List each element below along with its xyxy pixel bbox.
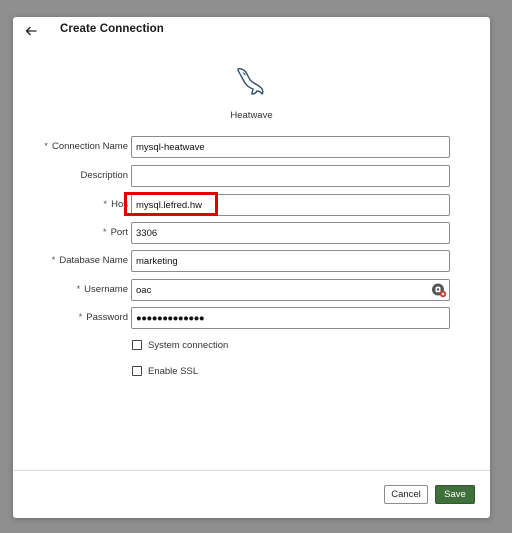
mysql-dolphin-icon	[237, 68, 264, 95]
database-name-input[interactable]	[131, 250, 450, 272]
dialog-header: Create Connection	[13, 17, 490, 45]
system-connection-label: System connection	[148, 339, 229, 351]
connection-name-row: * Connection Name	[13, 136, 490, 158]
username-row: * Username	[13, 279, 490, 301]
footer-divider	[13, 470, 490, 471]
system-connection-checkbox[interactable]	[132, 340, 142, 350]
username-label: Username	[84, 284, 128, 295]
dialog-title: Create Connection	[60, 23, 164, 35]
required-marker: *	[102, 227, 107, 238]
connection-name-label: Connection Name	[51, 141, 128, 152]
required-marker: *	[78, 312, 83, 323]
connection-name-input[interactable]	[131, 136, 450, 158]
database-name-label: Database Name	[59, 255, 128, 266]
cancel-button[interactable]: Cancel	[384, 485, 428, 504]
required-marker: *	[44, 141, 48, 152]
source-type-label: Heatwave	[230, 110, 273, 121]
arrow-left-icon[interactable]	[24, 24, 38, 38]
database-name-row: * Database Name	[13, 250, 490, 272]
required-marker: *	[76, 284, 81, 295]
port-row: * Port	[13, 222, 490, 244]
password-manager-icon[interactable]	[431, 282, 447, 298]
password-label: Password	[86, 312, 128, 323]
required-marker: *	[103, 199, 108, 210]
port-label: Port	[110, 227, 128, 238]
host-label: Hos	[111, 199, 128, 210]
password-row: * Password	[13, 307, 490, 329]
port-input[interactable]	[131, 222, 450, 244]
password-input[interactable]	[131, 307, 450, 329]
username-input[interactable]	[131, 279, 450, 301]
host-input[interactable]	[131, 194, 450, 216]
create-connection-dialog: Create Connection Heatwave * Connection N…	[13, 17, 490, 518]
description-row: Description	[13, 165, 490, 187]
enable-ssl-checkbox[interactable]	[132, 366, 142, 376]
description-input[interactable]	[131, 165, 450, 187]
host-row: * Hos	[13, 194, 490, 216]
required-marker: *	[51, 255, 56, 266]
description-label: Description	[80, 170, 128, 181]
enable-ssl-option[interactable]: Enable SSL	[132, 364, 198, 378]
system-connection-option[interactable]: System connection	[132, 338, 228, 352]
enable-ssl-label: Enable SSL	[148, 365, 199, 377]
save-button[interactable]: Save	[435, 485, 475, 504]
